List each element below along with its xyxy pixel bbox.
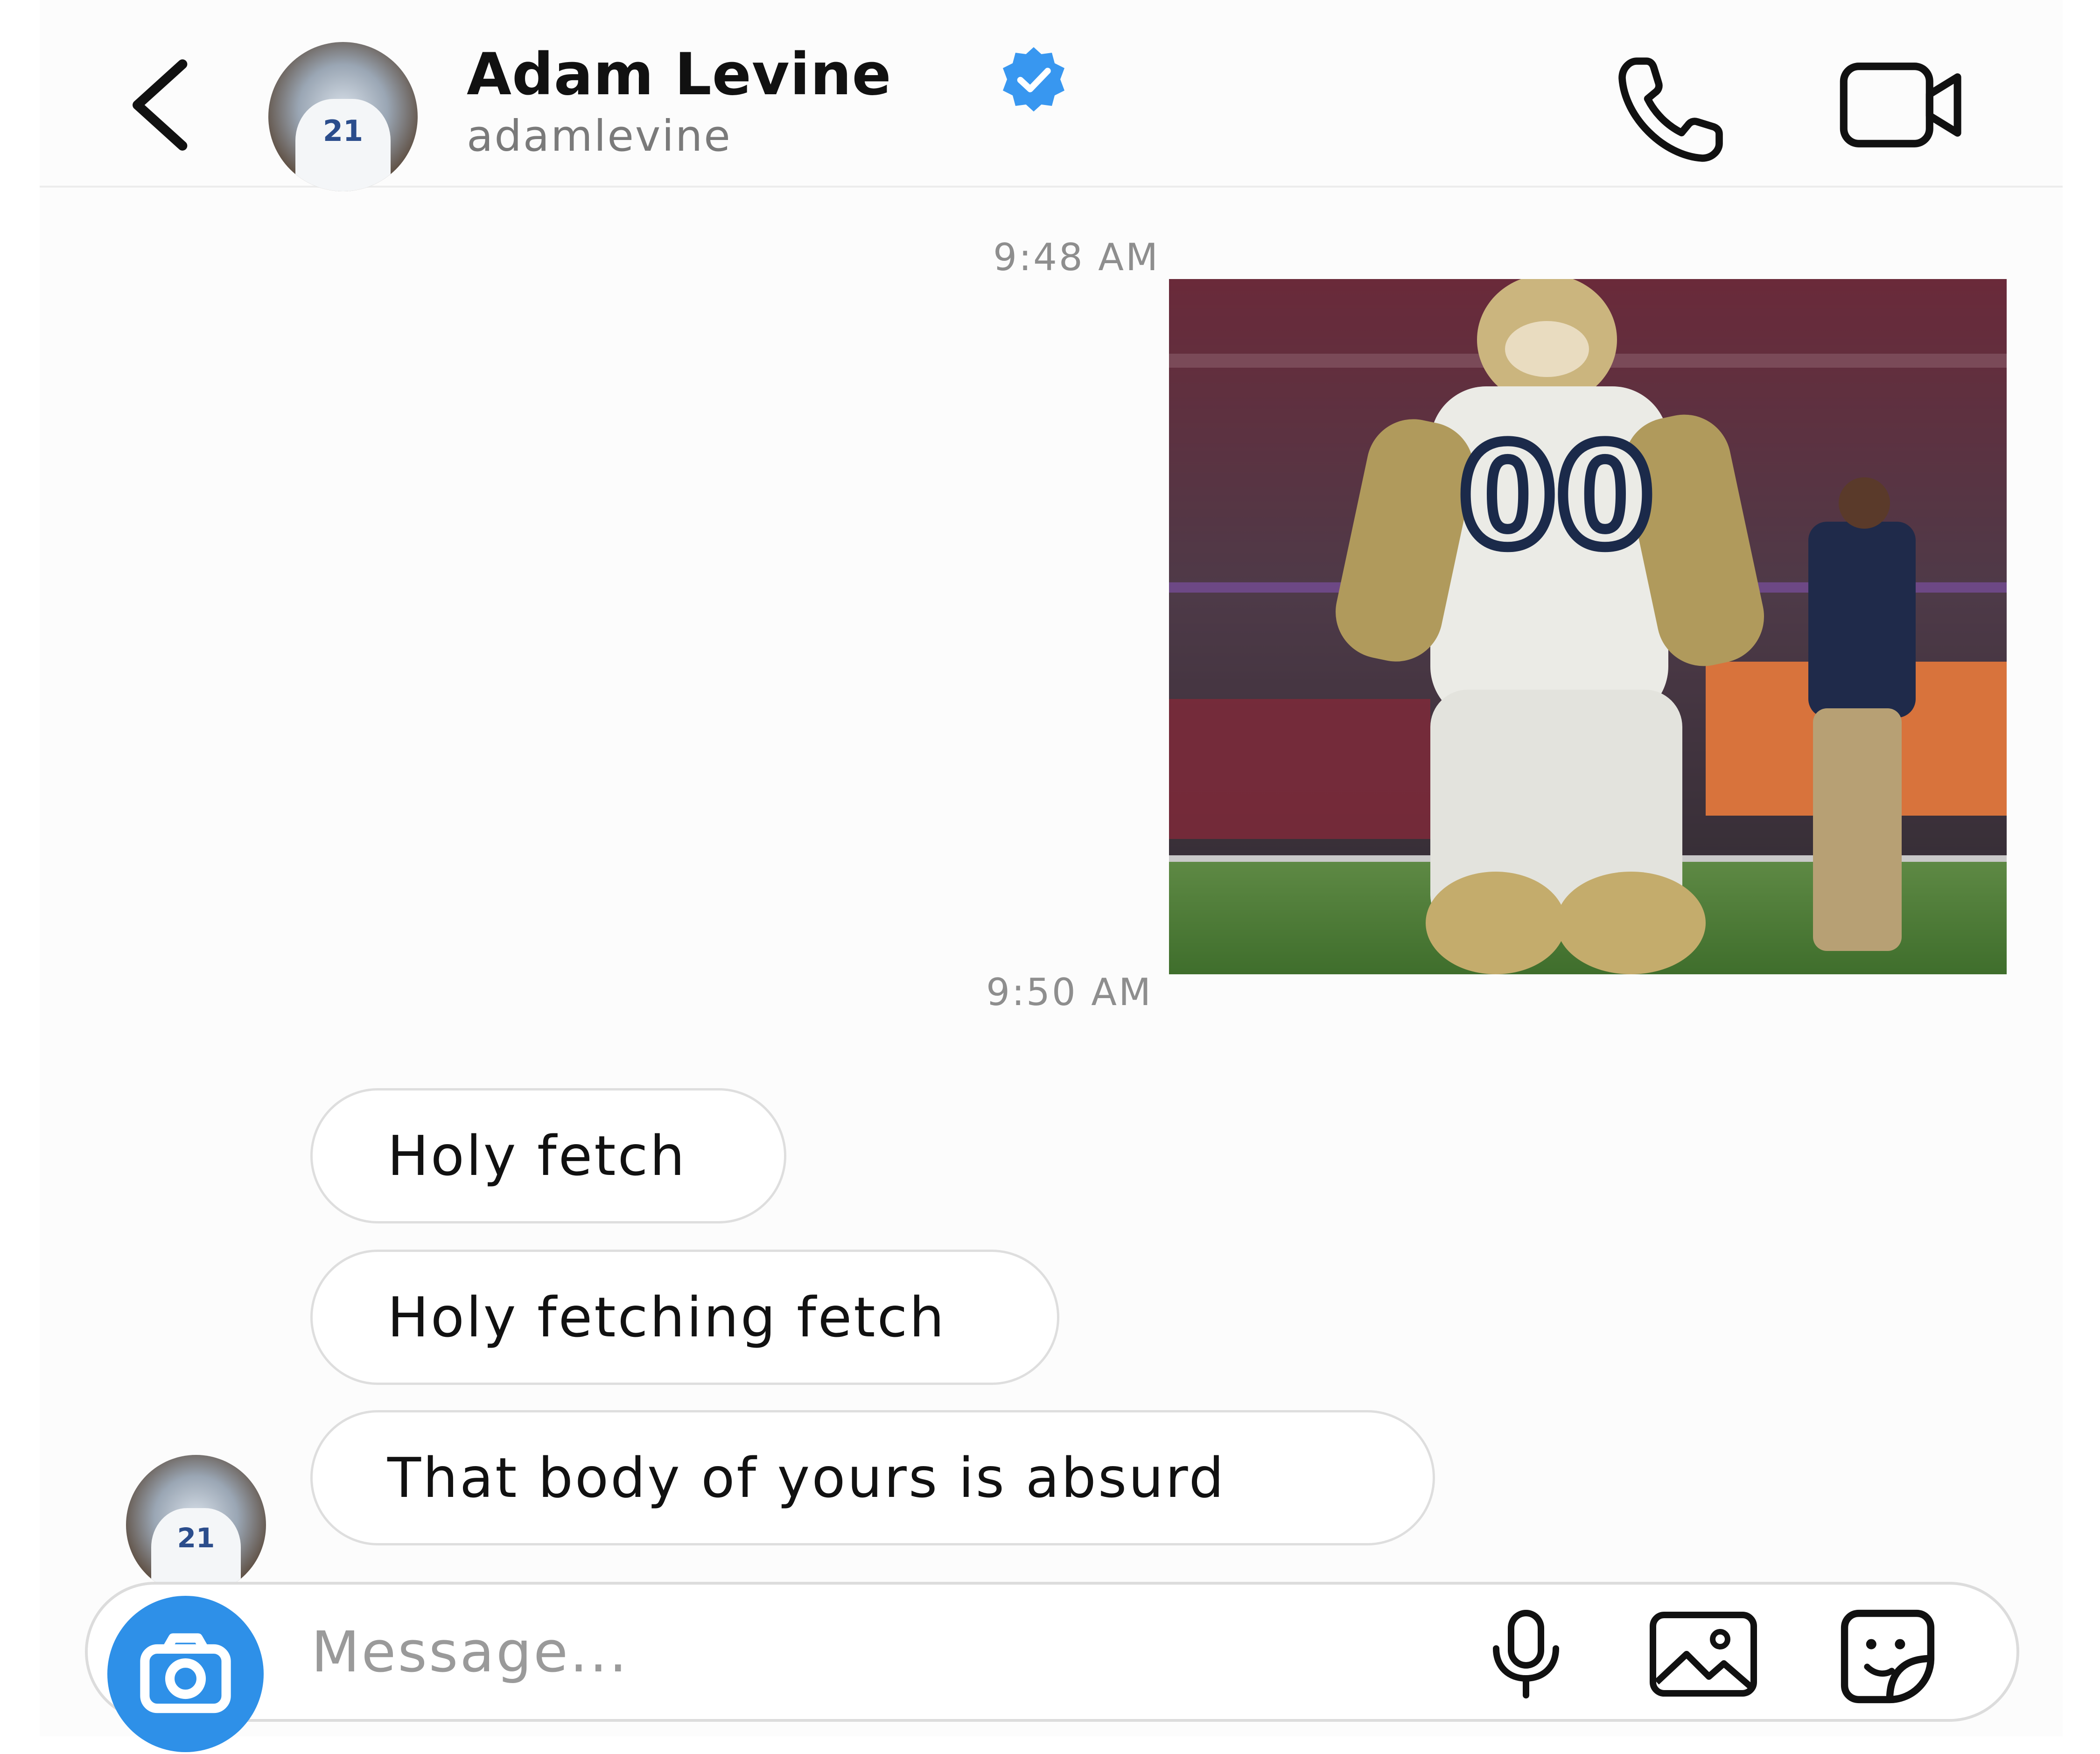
camera-icon	[140, 1633, 231, 1713]
message-input[interactable]	[310, 1605, 1432, 1699]
phone-call-icon[interactable]	[1610, 49, 1731, 170]
sticker-icon[interactable]	[1834, 1605, 1941, 1708]
video-call-icon[interactable]	[1836, 51, 1967, 159]
contact-name[interactable]: Adam Levine	[467, 41, 892, 108]
back-arrow-icon[interactable]	[107, 51, 215, 159]
photo-jersey-number: 00	[1459, 415, 1653, 578]
timestamp: 9:50 AM	[986, 971, 1153, 1014]
avatar-jersey-number: 21	[322, 113, 364, 148]
microphone-icon[interactable]	[1479, 1605, 1573, 1703]
verified-badge-icon	[1003, 47, 1064, 112]
gallery-image-icon[interactable]	[1647, 1607, 1759, 1701]
timestamp: 9:48 AM	[993, 236, 1160, 279]
sent-photo[interactable]: 00	[1169, 279, 2007, 974]
message-bubble[interactable]: Holy fetch	[310, 1088, 786, 1223]
camera-button[interactable]	[107, 1596, 264, 1752]
message-bubble[interactable]: Holy fetching fetch	[310, 1250, 1059, 1385]
avatar-jersey-number: 21	[177, 1522, 215, 1554]
contact-username: adamlevine	[467, 111, 732, 161]
avatar[interactable]: 21	[268, 42, 418, 191]
mascot-photo-image: 00	[1169, 279, 2007, 974]
message-bubble[interactable]: That body of yours is absurd	[310, 1410, 1435, 1545]
sender-avatar[interactable]: 21	[126, 1455, 266, 1595]
